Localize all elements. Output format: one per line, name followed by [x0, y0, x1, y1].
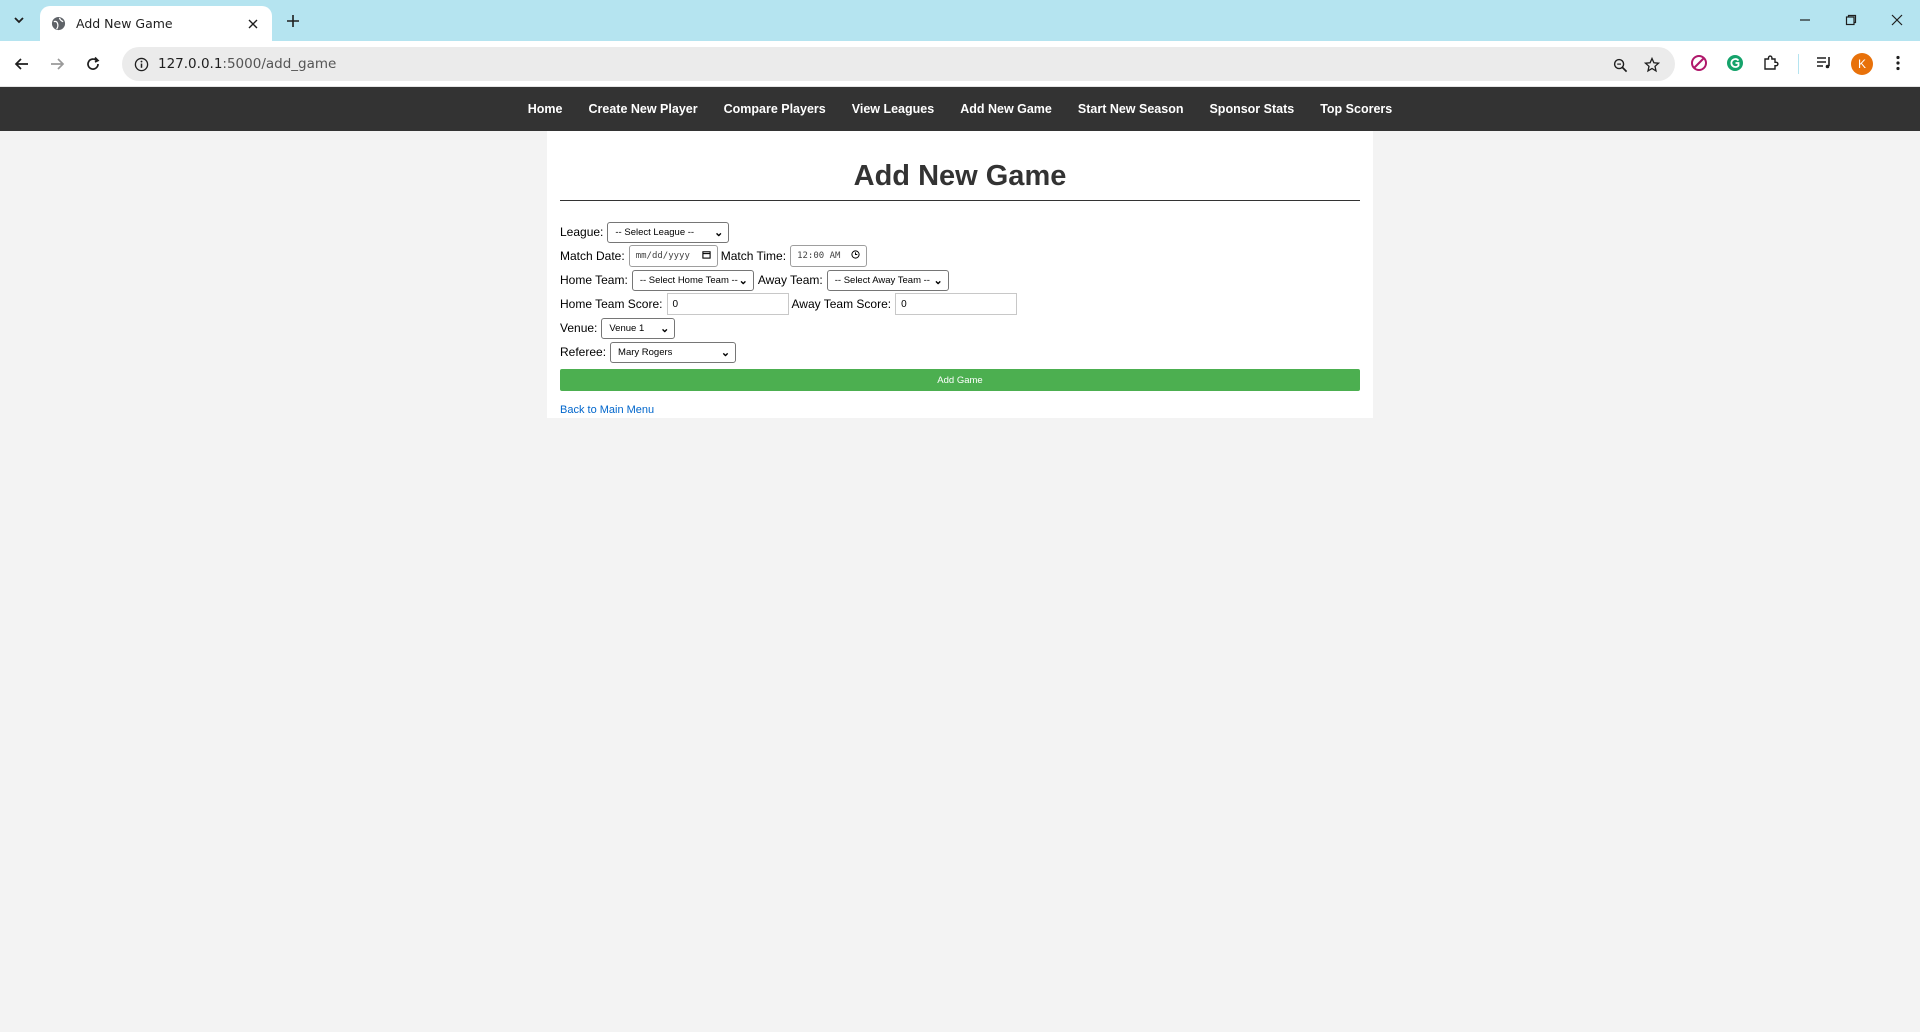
- block-extension-icon[interactable]: [1686, 50, 1712, 76]
- home-team-select-value: -- Select Home Team --: [639, 274, 738, 286]
- close-tab-icon[interactable]: [244, 15, 262, 33]
- match-time-label: Match Time:: [720, 249, 787, 263]
- site-nav: Home Create New Player Compare Players V…: [0, 87, 1920, 131]
- extensions-puzzle-icon[interactable]: [1758, 50, 1784, 76]
- calendar-icon[interactable]: [702, 250, 711, 262]
- minimize-icon[interactable]: [1790, 8, 1820, 32]
- add-game-button[interactable]: Add Game: [560, 369, 1360, 391]
- home-team-select[interactable]: -- Select Home Team -- ⌄: [631, 269, 754, 291]
- venue-label: Venue:: [560, 321, 598, 335]
- nav-sponsor-stats[interactable]: Sponsor Stats: [1196, 102, 1307, 116]
- address-bar[interactable]: 127.0.0.1:5000/add_game: [122, 47, 1675, 81]
- tab-title: Add New Game: [76, 16, 173, 31]
- league-select-value: -- Select League --: [615, 226, 695, 238]
- media-queue-icon[interactable]: [1811, 50, 1837, 76]
- page-title: Add New Game: [560, 160, 1360, 201]
- profile-avatar[interactable]: K: [1851, 53, 1873, 75]
- league-row: League: -- Select League -- ⌄: [560, 220, 1360, 244]
- match-date-label: Match Date:: [560, 249, 625, 263]
- nav-view-leagues[interactable]: View Leagues: [839, 102, 947, 116]
- home-score-input[interactable]: 0: [666, 293, 789, 315]
- chevron-down-icon: ⌄: [933, 274, 943, 287]
- chevron-down-icon: ⌄: [738, 274, 748, 287]
- back-to-main-menu-link[interactable]: Back to Main Menu: [560, 404, 654, 416]
- home-score-label: Home Team Score:: [560, 297, 663, 311]
- new-tab-icon[interactable]: [282, 10, 304, 32]
- tab-search-chevron-icon[interactable]: [6, 8, 32, 32]
- chevron-down-icon: ⌄: [714, 226, 724, 239]
- add-game-form: League: -- Select League -- ⌄ Match Date…: [560, 220, 1360, 416]
- match-datetime-row: Match Date: mm/dd/yyyy Match Time: 12:00…: [560, 244, 1360, 268]
- zoom-icon[interactable]: [1608, 53, 1632, 77]
- chevron-down-icon: ⌄: [720, 346, 731, 359]
- nav-home[interactable]: Home: [515, 102, 576, 116]
- tab-strip: Add New Game: [0, 0, 1920, 41]
- venue-select-value: Venue 1: [609, 322, 645, 334]
- venue-select[interactable]: Venue 1 ⌄: [601, 317, 676, 339]
- grammarly-icon[interactable]: [1722, 50, 1748, 76]
- referee-select[interactable]: Mary Rogers ⌄: [610, 341, 737, 363]
- browser-toolbar: 127.0.0.1:5000/add_game: [0, 41, 1920, 87]
- referee-row: Referee: Mary Rogers ⌄: [560, 340, 1360, 364]
- clock-icon[interactable]: [851, 250, 860, 262]
- nav-compare-players[interactable]: Compare Players: [711, 102, 839, 116]
- content-card: Add New Game League: -- Select League --…: [547, 131, 1373, 418]
- toolbar-divider: [1798, 54, 1799, 74]
- venue-row: Venue: Venue 1 ⌄: [560, 316, 1360, 340]
- away-team-label: Away Team:: [757, 273, 823, 287]
- match-date-input[interactable]: mm/dd/yyyy: [628, 245, 718, 267]
- chevron-down-icon: ⌄: [660, 322, 670, 335]
- back-arrow-icon[interactable]: [8, 50, 36, 78]
- site-info-icon[interactable]: [124, 47, 158, 81]
- nav-top-scorers[interactable]: Top Scorers: [1307, 102, 1405, 116]
- close-window-icon[interactable]: [1882, 8, 1912, 32]
- bookmark-star-icon[interactable]: [1640, 53, 1664, 77]
- home-team-label: Home Team:: [560, 273, 628, 287]
- away-score-label: Away Team Score:: [791, 297, 892, 311]
- match-time-value: 12:00 AM: [797, 251, 841, 261]
- forward-arrow-icon[interactable]: [43, 50, 71, 78]
- restore-icon[interactable]: [1836, 8, 1866, 32]
- active-tab[interactable]: Add New Game: [40, 6, 272, 41]
- match-time-input[interactable]: 12:00 AM: [790, 245, 868, 267]
- nav-start-new-season[interactable]: Start New Season: [1065, 102, 1197, 116]
- match-date-value: mm/dd/yyyy: [635, 251, 690, 261]
- away-team-select-value: -- Select Away Team --: [834, 274, 930, 286]
- teams-row: Home Team: -- Select Home Team -- ⌄ Away…: [560, 268, 1360, 292]
- globe-icon: [50, 16, 66, 32]
- referee-label: Referee:: [560, 345, 607, 359]
- scores-row: Home Team Score: 0 Away Team Score: 0: [560, 292, 1360, 316]
- league-label: League:: [560, 225, 604, 239]
- league-select[interactable]: -- Select League -- ⌄: [607, 221, 730, 243]
- reload-icon[interactable]: [79, 50, 107, 78]
- away-team-select[interactable]: -- Select Away Team -- ⌄: [826, 269, 949, 291]
- url-path: :5000/add_game: [222, 56, 337, 72]
- url-host: 127.0.0.1: [158, 56, 223, 72]
- nav-add-new-game[interactable]: Add New Game: [947, 102, 1065, 116]
- away-score-input[interactable]: 0: [895, 293, 1018, 315]
- nav-create-new-player[interactable]: Create New Player: [576, 102, 711, 116]
- url-text: 127.0.0.1:5000/add_game: [158, 56, 336, 72]
- more-menu-icon[interactable]: [1885, 50, 1911, 76]
- referee-select-value: Mary Rogers: [618, 346, 673, 358]
